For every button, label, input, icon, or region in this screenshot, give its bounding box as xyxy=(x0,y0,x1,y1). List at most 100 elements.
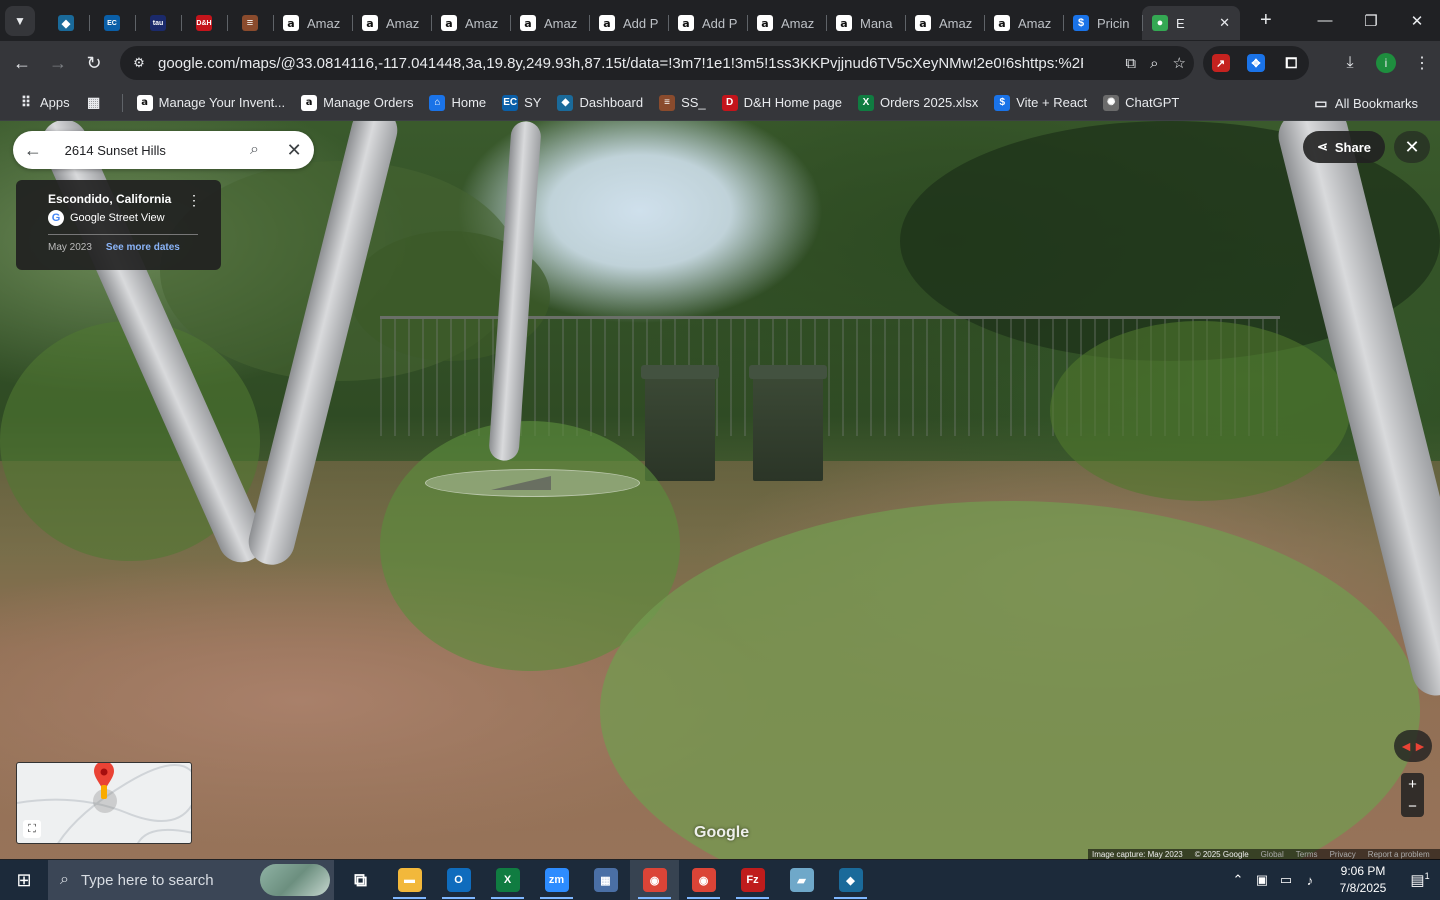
reload-icon[interactable]: ↻ xyxy=(76,45,112,81)
bookmark-item[interactable]: ◆ Dashboard xyxy=(549,89,651,117)
menu-kebab-icon[interactable]: ⋮ xyxy=(1404,45,1440,81)
network-icon[interactable]: ▭ xyxy=(1274,872,1298,888)
taskbar-app-outlook[interactable]: O xyxy=(434,860,483,900)
divider xyxy=(48,234,198,235)
zoom-out-icon[interactable]: − xyxy=(1408,798,1417,815)
street-nav-arrow[interactable] xyxy=(425,469,640,497)
bookmark-item[interactable]: a Manage Orders xyxy=(293,89,421,117)
bookmark-item[interactable]: ✺ ChatGPT xyxy=(1095,89,1187,117)
taskbar-clock[interactable]: 9:06 PM 7/8/2025 xyxy=(1326,863,1400,897)
bookmark-item[interactable]: ⠿ Apps xyxy=(10,89,78,117)
volume-icon[interactable]: ♪ xyxy=(1298,873,1322,888)
dollar-icon: $ xyxy=(994,94,1011,111)
browser-tab[interactable]: a Mana xyxy=(826,6,905,40)
see-more-dates-link[interactable]: See more dates xyxy=(106,242,180,253)
bookmark-item[interactable]: a Manage Your Invent... xyxy=(129,89,293,117)
bookmark-label: Manage Your Invent... xyxy=(158,95,286,110)
card-menu-kebab-icon[interactable]: ⋮ xyxy=(187,192,201,209)
new-tab-plus-icon[interactable]: + xyxy=(1250,4,1280,38)
expand-map-icon[interactable]: ⛶ xyxy=(23,820,41,838)
notifications-icon[interactable]: ▤1 xyxy=(1400,871,1440,889)
browser-tab[interactable]: tau xyxy=(135,6,181,40)
back-arrow-icon[interactable]: ← xyxy=(13,140,53,161)
taskbar-app-excel[interactable]: X xyxy=(483,860,532,900)
bookmark-star-icon[interactable]: ☆ xyxy=(1173,54,1186,72)
all-bookmarks[interactable]: ▭ All Bookmarks xyxy=(1305,89,1426,117)
chevron-up-icon[interactable]: ⌃ xyxy=(1226,872,1250,888)
maximize-icon[interactable]: ❐ xyxy=(1348,0,1394,41)
windows-start-icon[interactable]: ⊞ xyxy=(0,860,48,900)
footer-link-terms[interactable]: Terms xyxy=(1296,850,1318,859)
browser-tab[interactable]: EC xyxy=(89,6,135,40)
taskbar-app-filezilla[interactable]: Fz xyxy=(728,860,777,900)
browser-tab[interactable]: a Amaz xyxy=(905,6,984,40)
outlook-icon: O xyxy=(446,868,471,892)
extension-dots-icon[interactable]: ✥ xyxy=(1246,54,1265,72)
site-info-icon[interactable]: ⚙ xyxy=(124,55,154,71)
bookmark-item[interactable]: D D&H Home page xyxy=(714,89,850,117)
ec-icon: EC xyxy=(502,94,519,111)
bookmark-item[interactable]: EC SY xyxy=(494,89,549,117)
browser-tab[interactable]: a Amaz xyxy=(510,6,589,40)
browser-tab[interactable]: a Add P xyxy=(668,6,747,40)
browser-tab[interactable]: D&H xyxy=(181,6,227,40)
taskbar-app-task-view[interactable]: ⧉ xyxy=(336,860,385,900)
imagery-source: G Google Street View xyxy=(48,210,221,226)
back-arrow-icon[interactable]: ← xyxy=(4,45,40,81)
mini-map[interactable]: ⛶ xyxy=(16,762,192,844)
zoom-magnifier-icon[interactable]: ⌕ xyxy=(1150,55,1158,72)
forward-arrow-icon[interactable]: → xyxy=(40,45,76,81)
bookmark-item[interactable]: X Orders 2025.xlsx xyxy=(850,89,986,117)
taskbar-app-notes[interactable]: ▰ xyxy=(777,860,826,900)
footer-link-privacy[interactable]: Privacy xyxy=(1330,850,1356,859)
taskbar-app-chrome[interactable]: ◉ xyxy=(679,860,728,900)
close-window-icon[interactable]: ✕ xyxy=(1394,0,1440,41)
share-label: Share xyxy=(1334,139,1372,155)
browser-tab[interactable]: ◆ xyxy=(43,6,89,40)
browser-tab[interactable]: a Amaz xyxy=(352,6,431,40)
omnibox-actions: ⧉ ⌕ ☆ xyxy=(1125,46,1186,80)
taskbar-app-chrome[interactable]: ◉ xyxy=(630,860,679,900)
footer-link-report[interactable]: Report a problem xyxy=(1368,850,1430,859)
extension-red-arrow-icon[interactable]: ↗ xyxy=(1211,54,1230,72)
browser-tab[interactable]: a Add P xyxy=(589,6,668,40)
zoom-in-icon[interactable]: + xyxy=(1408,776,1417,793)
compass-icon[interactable]: ◄► xyxy=(1394,730,1432,762)
install-app-icon[interactable]: ⧉ xyxy=(1125,55,1136,72)
bookmark-item[interactable]: ▦ xyxy=(78,89,116,117)
bookmark-item[interactable]: $ Vite + React xyxy=(986,89,1095,117)
download-icon[interactable]: ⤓ xyxy=(1332,45,1368,81)
amazon-icon: a xyxy=(362,15,378,31)
footer-link-global[interactable]: Global xyxy=(1261,850,1284,859)
tab-search-chevron-down-icon[interactable]: ▼ xyxy=(5,5,35,36)
address-bar[interactable]: ⚙ google.com/maps/@33.0814116,-117.04144… xyxy=(120,46,1194,80)
bookmark-label: Home xyxy=(451,95,487,110)
minimize-icon[interactable]: — xyxy=(1302,0,1348,41)
taskbar-app-diamond-app[interactable]: ◆ xyxy=(826,860,875,900)
taskbar-app-calculator[interactable]: ▦ xyxy=(581,860,630,900)
browser-tab[interactable]: $ Pricin xyxy=(1063,6,1142,40)
browser-tab[interactable]: a Amaz xyxy=(747,6,826,40)
browser-tab[interactable]: ≡ xyxy=(227,6,273,40)
bookmark-item[interactable]: ≡ SS_ xyxy=(651,89,714,117)
bookmark-label: Manage Orders xyxy=(323,95,414,110)
diamond-app-icon: ◆ xyxy=(58,15,74,31)
search-input[interactable] xyxy=(64,142,235,158)
taskbar-app-file-explorer[interactable]: ▬ xyxy=(385,860,434,900)
browser-tab[interactable]: a Amaz xyxy=(273,6,352,40)
clear-search-close-icon[interactable]: ✕ xyxy=(274,140,314,161)
extensions-puzzle-icon[interactable]: ⧠ xyxy=(1282,54,1300,72)
tab-active[interactable]: ● E ✕ xyxy=(1142,6,1240,40)
taskbar-search[interactable]: ⌕ Type here to search xyxy=(48,860,334,900)
share-button[interactable]: ⋖ Share xyxy=(1303,131,1385,163)
close-tab-icon[interactable]: ✕ xyxy=(1219,15,1230,31)
url-text[interactable]: google.com/maps/@33.0814116,-117.041448,… xyxy=(158,55,1083,72)
bookmark-item[interactable]: ⌂ Home xyxy=(421,89,494,117)
close-street-view-icon[interactable]: ✕ xyxy=(1394,131,1430,163)
taskbar-app-zoom[interactable]: zm xyxy=(532,860,581,900)
profile-avatar[interactable]: i xyxy=(1376,53,1396,73)
browser-tab[interactable]: a Amaz xyxy=(431,6,510,40)
browser-tab[interactable]: a Amaz xyxy=(984,6,1063,40)
search-icon[interactable]: ⌕ xyxy=(235,141,275,159)
security-icon[interactable]: ▣ xyxy=(1250,872,1274,888)
